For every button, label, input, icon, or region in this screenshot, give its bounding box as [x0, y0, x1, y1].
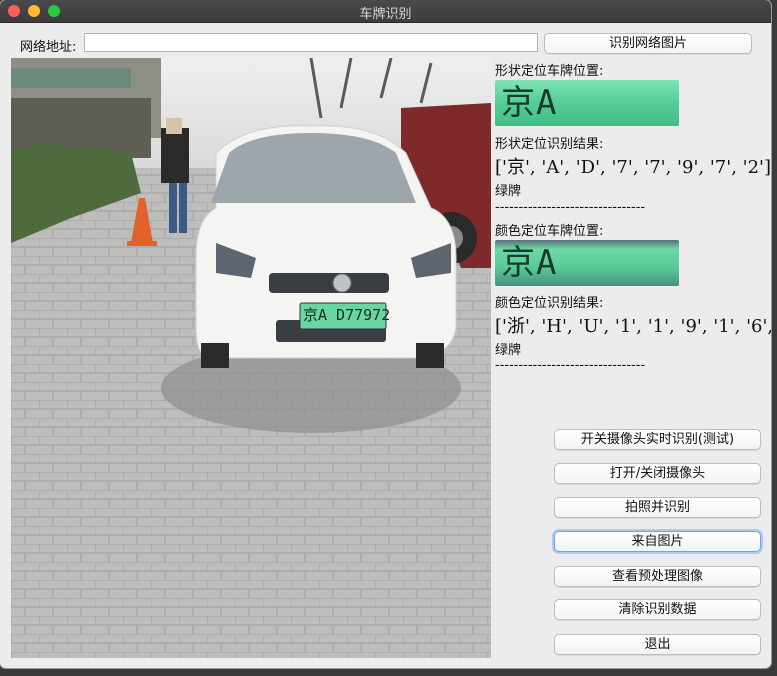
shape-divider: --------------------------------: [495, 200, 646, 215]
snap-and-recognize-button[interactable]: 拍照并识别: [554, 497, 761, 518]
clear-data-button[interactable]: 清除识别数据: [554, 599, 761, 620]
color-plate-color: 绿牌: [495, 343, 522, 358]
app-window: 车牌识别 网络地址: 识别网络图片 京A D77972 形状定位车牌位置: 京A…: [0, 0, 771, 668]
car-photo: [11, 58, 491, 658]
window-title: 车牌识别: [359, 7, 412, 22]
exit-button[interactable]: 退出: [554, 634, 761, 655]
title-bar: 车牌识别: [0, 0, 771, 23]
color-position-label: 颜色定位车牌位置:: [495, 224, 604, 239]
source-image: 京A D77972: [11, 58, 491, 658]
color-result-label: 颜色定位识别结果:: [495, 296, 604, 311]
shape-plate-text: 京A D77972: [501, 83, 629, 126]
shape-plate-color: 绿牌: [495, 184, 522, 199]
url-input[interactable]: [84, 33, 538, 52]
recognize-network-image-button[interactable]: 识别网络图片: [544, 33, 752, 54]
camera-toggle-button[interactable]: 打开/关闭摄像头: [554, 463, 761, 484]
color-plate-text: 京A D77972: [501, 243, 629, 286]
photo-plate-text: 京A D77972: [303, 306, 391, 324]
color-result-value: ['浙', 'H', 'U', '1', '1', '9', '1', '6',…: [495, 316, 771, 337]
url-label: 网络地址:: [20, 40, 77, 55]
from-image-button[interactable]: 来自图片: [554, 531, 761, 552]
color-plate-crop: 京A D77972: [495, 240, 679, 286]
camera-realtime-button[interactable]: 开关摄像头实时识别(测试): [554, 429, 761, 450]
shape-position-label: 形状定位车牌位置:: [495, 64, 604, 79]
shape-plate-crop: 京A D77972: [495, 80, 679, 126]
view-preprocess-button[interactable]: 查看预处理图像: [554, 566, 761, 587]
shape-result-value: ['京', 'A', 'D', '7', '7', '9', '7', '2']: [495, 157, 771, 178]
shape-result-label: 形状定位识别结果:: [495, 137, 604, 152]
color-divider: --------------------------------: [495, 358, 646, 373]
